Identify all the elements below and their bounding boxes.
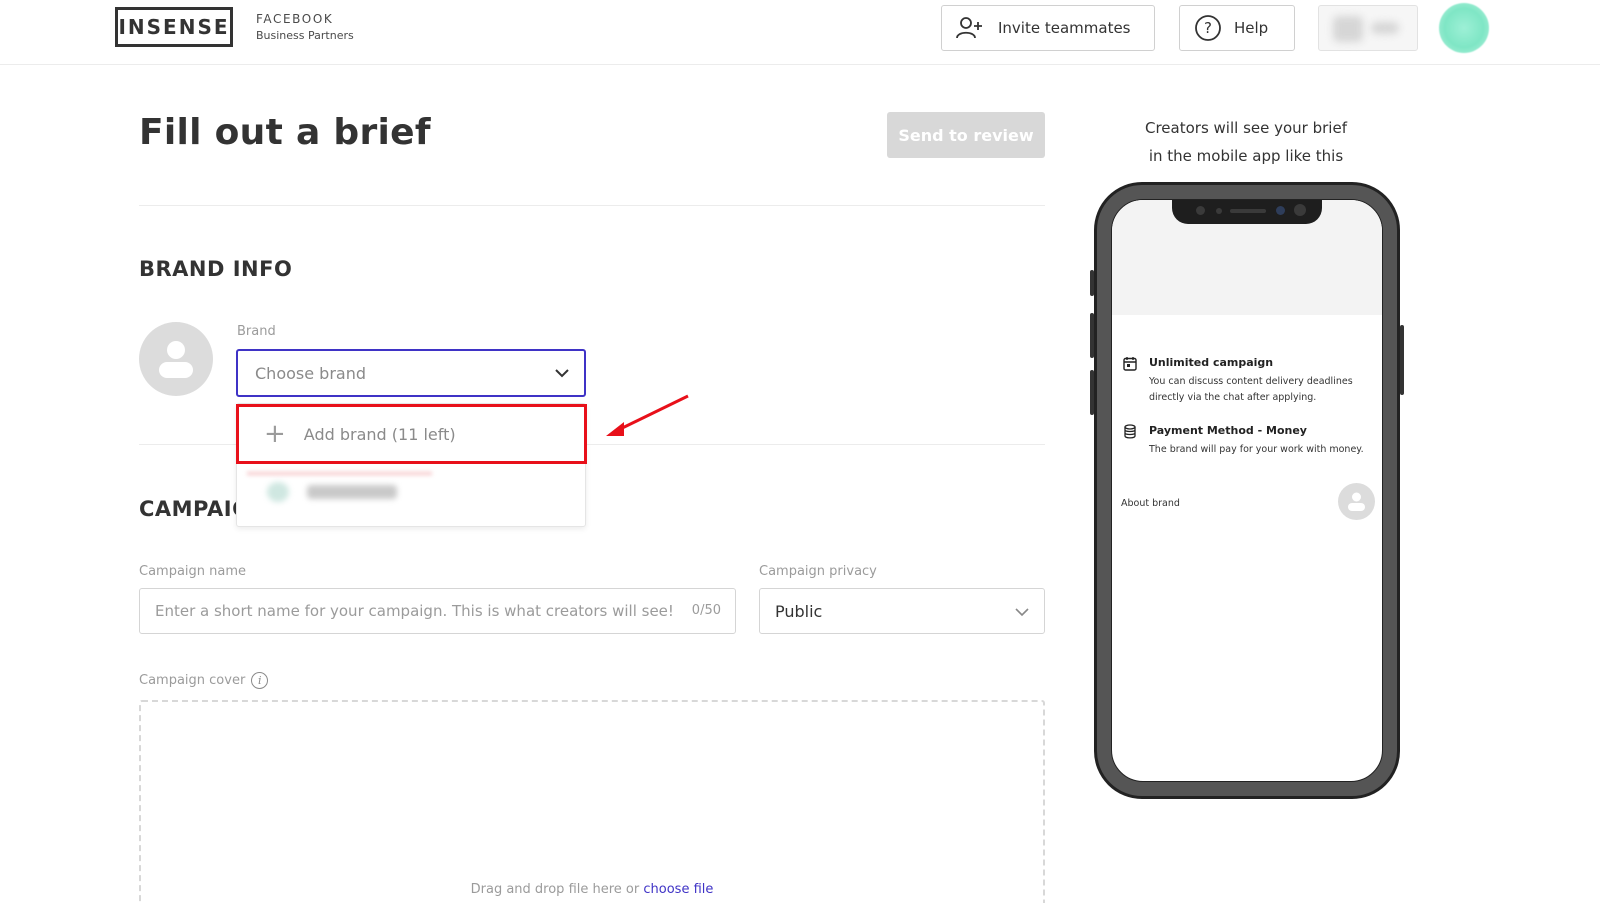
help-button[interactable]: ? Help	[1179, 5, 1295, 51]
campaign-privacy-value: Public	[775, 601, 823, 621]
brand-avatar-mini	[1338, 483, 1375, 520]
invite-teammates-button[interactable]: Invite teammates	[941, 5, 1155, 51]
preview-item-desc: You can discuss content delivery deadlin…	[1149, 376, 1353, 403]
logo-text: INSENSE	[118, 15, 230, 39]
blurred-account-logo	[1333, 16, 1363, 42]
plus-icon: +	[264, 419, 286, 449]
add-brand-label: Add brand (11 left)	[303, 424, 456, 444]
svg-text:?: ?	[1204, 19, 1212, 37]
campaign-name-input[interactable]: Enter a short name for your campaign. Th…	[139, 588, 736, 634]
phone-side-button	[1090, 270, 1094, 296]
front-camera	[1276, 206, 1285, 215]
insense-logo[interactable]: INSENSE	[115, 7, 233, 47]
choose-brand-placeholder: Choose brand	[255, 363, 366, 383]
chevron-down-icon	[1015, 608, 1029, 617]
user-silhouette-icon	[159, 341, 193, 378]
campaign-privacy-select[interactable]: Public	[759, 588, 1045, 634]
partner-line2: Business Partners	[256, 29, 354, 42]
annotation-arrow-icon	[606, 394, 689, 436]
add-user-icon	[956, 17, 982, 39]
brand-field-label: Brand	[237, 324, 276, 339]
brand-info-section-title: BRAND INFO	[139, 257, 293, 281]
account-switcher-button[interactable]	[1318, 5, 1418, 51]
info-icon[interactable]: i	[251, 672, 269, 689]
preview-item-desc: The brand will pay for your work with mo…	[1149, 444, 1364, 455]
blurred-brand-name	[307, 485, 397, 499]
preview-caption-line1: Creators will see your brief	[1145, 119, 1347, 137]
preview-item-title: Unlimited campaign	[1149, 356, 1274, 369]
dropzone-instructions: Drag and drop file here or choose file	[139, 882, 1045, 897]
partner-line1: FACEBOOK	[256, 12, 334, 26]
face-id-sensor	[1294, 204, 1306, 216]
page-title: Fill out a brief	[139, 112, 431, 153]
coins-icon	[1124, 424, 1136, 439]
speaker-grill	[1230, 209, 1266, 213]
add-brand-option[interactable]: + Add brand (11 left)	[236, 404, 587, 464]
invite-teammates-label: Invite teammates	[998, 19, 1131, 37]
existing-brand-option[interactable]	[247, 472, 432, 506]
sensor-dot	[1216, 208, 1222, 214]
phone-side-button	[1090, 313, 1094, 358]
campaign-name-label: Campaign name	[139, 564, 247, 579]
preview-caption-line2: in the mobile app like this	[1148, 147, 1344, 165]
top-navigation-bar: INSENSE FACEBOOK Business Partners Invit…	[0, 0, 1600, 65]
facebook-business-partners-badge: FACEBOOK Business Partners	[256, 12, 354, 42]
dropzone-text: Drag and drop file here or	[470, 882, 640, 897]
campaign-privacy-label: Campaign privacy	[759, 564, 877, 579]
camera-dot	[1196, 206, 1205, 215]
choose-file-link[interactable]: choose file	[643, 882, 713, 897]
user-avatar[interactable]	[1439, 3, 1489, 53]
phone-mockup: Unlimited campaign You can discuss conte…	[1090, 182, 1404, 799]
blurred-brand-logo	[267, 482, 289, 502]
calendar-icon	[1123, 357, 1137, 371]
divider	[139, 205, 1045, 206]
help-circle-icon: ?	[1195, 15, 1221, 41]
blur-line	[247, 472, 432, 475]
chevron-down-icon	[555, 369, 569, 378]
campaign-cover-dropzone[interactable]	[139, 700, 1045, 903]
phone-screen: Unlimited campaign You can discuss conte…	[1111, 199, 1383, 782]
campaign-cover-label-group: Campaign cover i	[139, 672, 269, 689]
blurred-account-name	[1371, 22, 1399, 34]
phone-side-button	[1400, 325, 1404, 395]
help-label: Help	[1234, 19, 1269, 37]
character-counter: 0/50	[691, 603, 721, 618]
campaign-cover-label: Campaign cover	[139, 673, 246, 688]
send-to-review-button[interactable]: Send to review	[887, 112, 1045, 158]
phone-side-button	[1090, 370, 1094, 415]
preview-caption: Creators will see your brief in the mobi…	[1111, 114, 1381, 170]
choose-brand-select[interactable]: Choose brand	[236, 349, 586, 397]
user-silhouette-icon	[1348, 492, 1365, 511]
campaign-name-placeholder: Enter a short name for your campaign. Th…	[155, 602, 674, 620]
preview-item-title: Payment Method - Money	[1149, 424, 1307, 437]
brand-dropdown-menu: + Add brand (11 left)	[236, 403, 587, 527]
brand-avatar-placeholder[interactable]	[139, 322, 213, 396]
phone-notch	[1172, 200, 1322, 224]
about-brand-label: About brand	[1121, 498, 1180, 509]
